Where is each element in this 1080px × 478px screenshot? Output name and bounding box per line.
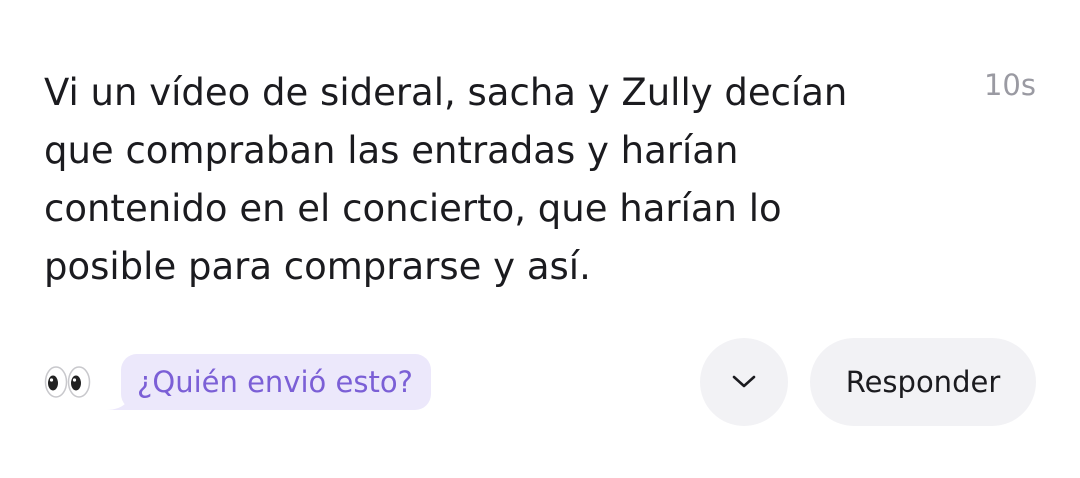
message-text: Vi un vídeo de sideral, sacha y Zully de… (44, 71, 848, 288)
message-card: Vi un vídeo de sideral, sacha y Zully de… (0, 0, 1080, 478)
timestamp: 10s (983, 68, 1036, 102)
reply-button[interactable]: Responder (810, 338, 1036, 426)
expand-button[interactable] (700, 338, 788, 426)
chevron-down-icon (732, 375, 756, 388)
eyes-icon (44, 364, 92, 400)
message-footer: ¿Quién envió esto? Responder (0, 336, 1080, 428)
who-sent-button[interactable]: ¿Quién envió esto? (121, 354, 431, 410)
